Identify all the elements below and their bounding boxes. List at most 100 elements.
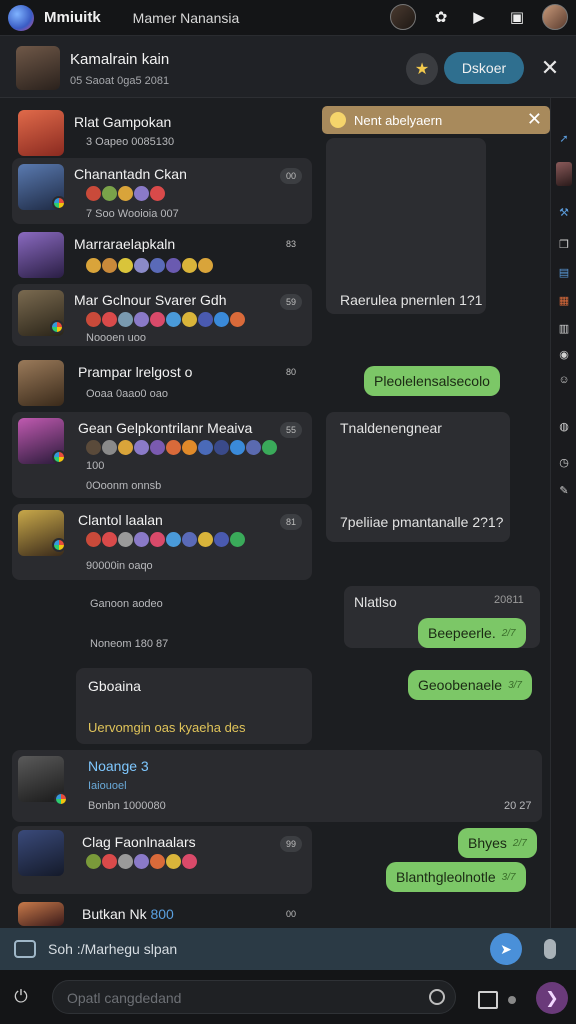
window-icon[interactable]: ▣ (504, 4, 530, 30)
search-icon[interactable] (429, 989, 445, 1005)
status-badge (50, 320, 64, 334)
smile-icon[interactable]: ☺ (556, 372, 572, 388)
message-bubble[interactable]: Beepeerle. 2/7 (418, 618, 526, 648)
star-icon[interactable]: ★ (406, 53, 438, 85)
avatar[interactable] (16, 46, 60, 90)
profile-avatar[interactable] (542, 4, 568, 30)
list-item[interactable]: Gboaina Uervomgin oas kyaeha des (76, 668, 312, 744)
conversation-meta: Noooen uoo (86, 332, 146, 344)
primary-button[interactable]: Dskoer (444, 52, 524, 84)
video-icon[interactable]: ▶ (466, 4, 492, 30)
search-box[interactable] (52, 980, 456, 1014)
message-bubble[interactable]: Blanthgleolnotle 3/7 (386, 862, 526, 892)
avatar (18, 902, 64, 926)
bottom-bar: ⏻ ❯ (0, 970, 576, 1024)
unread-count: 80 (285, 367, 296, 377)
conversation-name: Clantol laalan (78, 512, 163, 528)
conversation-time: 20 27 (504, 800, 532, 812)
grid-icon[interactable]: ▥ (556, 320, 572, 336)
avatar (18, 830, 64, 876)
list-item[interactable]: Prampar lrelgost o 80 Ooaa 0aao0 oao (12, 356, 312, 406)
list-item[interactable]: Butkan Nk 800 00 (12, 900, 312, 928)
power-icon[interactable]: ⏻ (10, 986, 32, 1008)
conversation-sub: Iaiouoel (88, 780, 127, 792)
chat-title: Kamalrain kain (70, 51, 170, 68)
unread-count: 00 (285, 909, 296, 919)
image-icon[interactable] (14, 940, 36, 958)
status-badge (52, 538, 66, 552)
conversation-meta: Uervomgin oas kyaeha des (88, 720, 246, 735)
list-item[interactable]: Chanantadn Ckan 00 7 Soo Wooioia 007 (12, 158, 312, 224)
message-text: Raerulea pnernlen 1?1 (340, 292, 483, 308)
conversation-name: Clag Faonlnaalars (82, 834, 196, 850)
conversation-meta: Ooaa 0aao0 oao (86, 388, 168, 400)
window-title: Mamer Nanansia (132, 9, 240, 26)
list-item[interactable]: Ganoon aodeo (12, 594, 312, 618)
conversation-meta: 0Ooonm onnsb (86, 480, 162, 492)
unread-count: 55 (280, 422, 302, 438)
conversation-meta: Bonbn 1000080 (88, 800, 166, 812)
notification-toast[interactable]: Nent abelyaern ✕ (322, 106, 550, 134)
conversation-name: Noange 3 (88, 758, 149, 774)
action-button[interactable]: ❯ (536, 982, 568, 1014)
avatar[interactable] (556, 162, 572, 186)
conversation-name: Marraraelapkaln (74, 236, 176, 252)
app-logo-icon (8, 4, 34, 31)
list-item[interactable]: Clag Faonlnaalars 99 (12, 826, 312, 894)
message-text: Nlatlso (354, 594, 397, 610)
message-composer[interactable]: Soh :/Marhegu slpan ➤ (0, 928, 576, 970)
window-icon[interactable] (478, 991, 498, 1009)
image-icon[interactable]: ▤ (556, 264, 572, 280)
message-time: 20811 (494, 594, 524, 606)
top-bar: Mmiuitk Mamer Nanansia ✿ ▶ ▣ (0, 0, 576, 36)
chat-header: Kamalrain kain 05 Saoat 0ga5 2081 ★ Dsko… (0, 36, 576, 98)
composer-text[interactable]: Soh :/Marhegu slpan (48, 941, 177, 957)
conversation-extra: 100 (86, 460, 105, 472)
unread-count: 81 (280, 514, 302, 530)
avatar (18, 232, 64, 278)
globe-icon[interactable]: ◍ (556, 418, 572, 434)
close-icon[interactable]: ✕ (536, 54, 564, 82)
side-rail: ➚ ⚒ ❐ ▤ ▦ ▥ ◉ ☺ ◍ ◷ ✎ (550, 98, 576, 928)
conversation-meta: Noneom 180 87 (90, 638, 169, 650)
chat-subtitle: 05 Saoat 0ga5 2081 (70, 75, 170, 87)
reaction-row (86, 258, 213, 273)
mic-icon[interactable] (544, 939, 556, 959)
send-icon[interactable]: ➤ (490, 933, 522, 965)
notification-text: Nent abelyaern (354, 112, 443, 128)
gear-icon[interactable]: ✿ (428, 4, 454, 30)
list-item[interactable]: Mar Gclnour Svarer Gdh 59 Noooen uoo (12, 284, 312, 346)
eye-icon[interactable]: ◉ (556, 346, 572, 362)
clock-icon[interactable]: ◷ (556, 454, 572, 470)
list-item[interactable]: Clantol laalan 81 90000in oaqo (12, 504, 312, 580)
bell-icon (330, 112, 346, 128)
unread-count: 83 (285, 239, 296, 249)
message-bubble[interactable]: Pleolelensalsecolo (364, 366, 500, 396)
close-icon[interactable]: ✕ (527, 109, 542, 130)
list-item[interactable]: Noange 3 Iaiouoel Bonbn 1000080 20 27 (12, 750, 542, 822)
conversation-name: Butkan Nk 800 (82, 906, 174, 922)
message-bubble[interactable]: Geoobenaele 3/7 (408, 670, 532, 700)
message-bubble[interactable]: Bhyes 2/7 (458, 828, 537, 858)
edit-icon[interactable]: ✎ (556, 482, 572, 498)
reaction-row (86, 532, 245, 547)
conversation-name: Chanantadn Ckan (74, 166, 187, 182)
status-badge (52, 196, 66, 210)
conversation-meta: 3 Oapeo 0085130 (86, 136, 175, 148)
app-name: Mmiuitk (44, 9, 101, 26)
copy-icon[interactable]: ❐ (556, 236, 572, 252)
conversation-name: Gboaina (88, 678, 141, 694)
list-item[interactable]: Gean Gelpkontrilanr Meaiva 55 100 0Ooonm… (12, 412, 312, 498)
avatar (18, 360, 64, 406)
account-avatar[interactable] (390, 4, 416, 30)
list-item[interactable]: Noneom 180 87 (12, 634, 312, 658)
wrench-icon[interactable]: ⚒ (556, 204, 572, 220)
avatar (18, 110, 64, 156)
calendar-icon[interactable]: ▦ (556, 292, 572, 308)
list-item[interactable]: Rlat Gampokan 3 Oapeo 0085130 (12, 106, 312, 156)
message-text: Tnaldenengnear (340, 420, 442, 436)
list-item[interactable]: Marraraelapkaln 83 (12, 228, 312, 280)
reaction-row (86, 854, 197, 869)
pin-icon[interactable]: ➚ (556, 130, 572, 146)
search-input[interactable] (67, 988, 417, 1008)
